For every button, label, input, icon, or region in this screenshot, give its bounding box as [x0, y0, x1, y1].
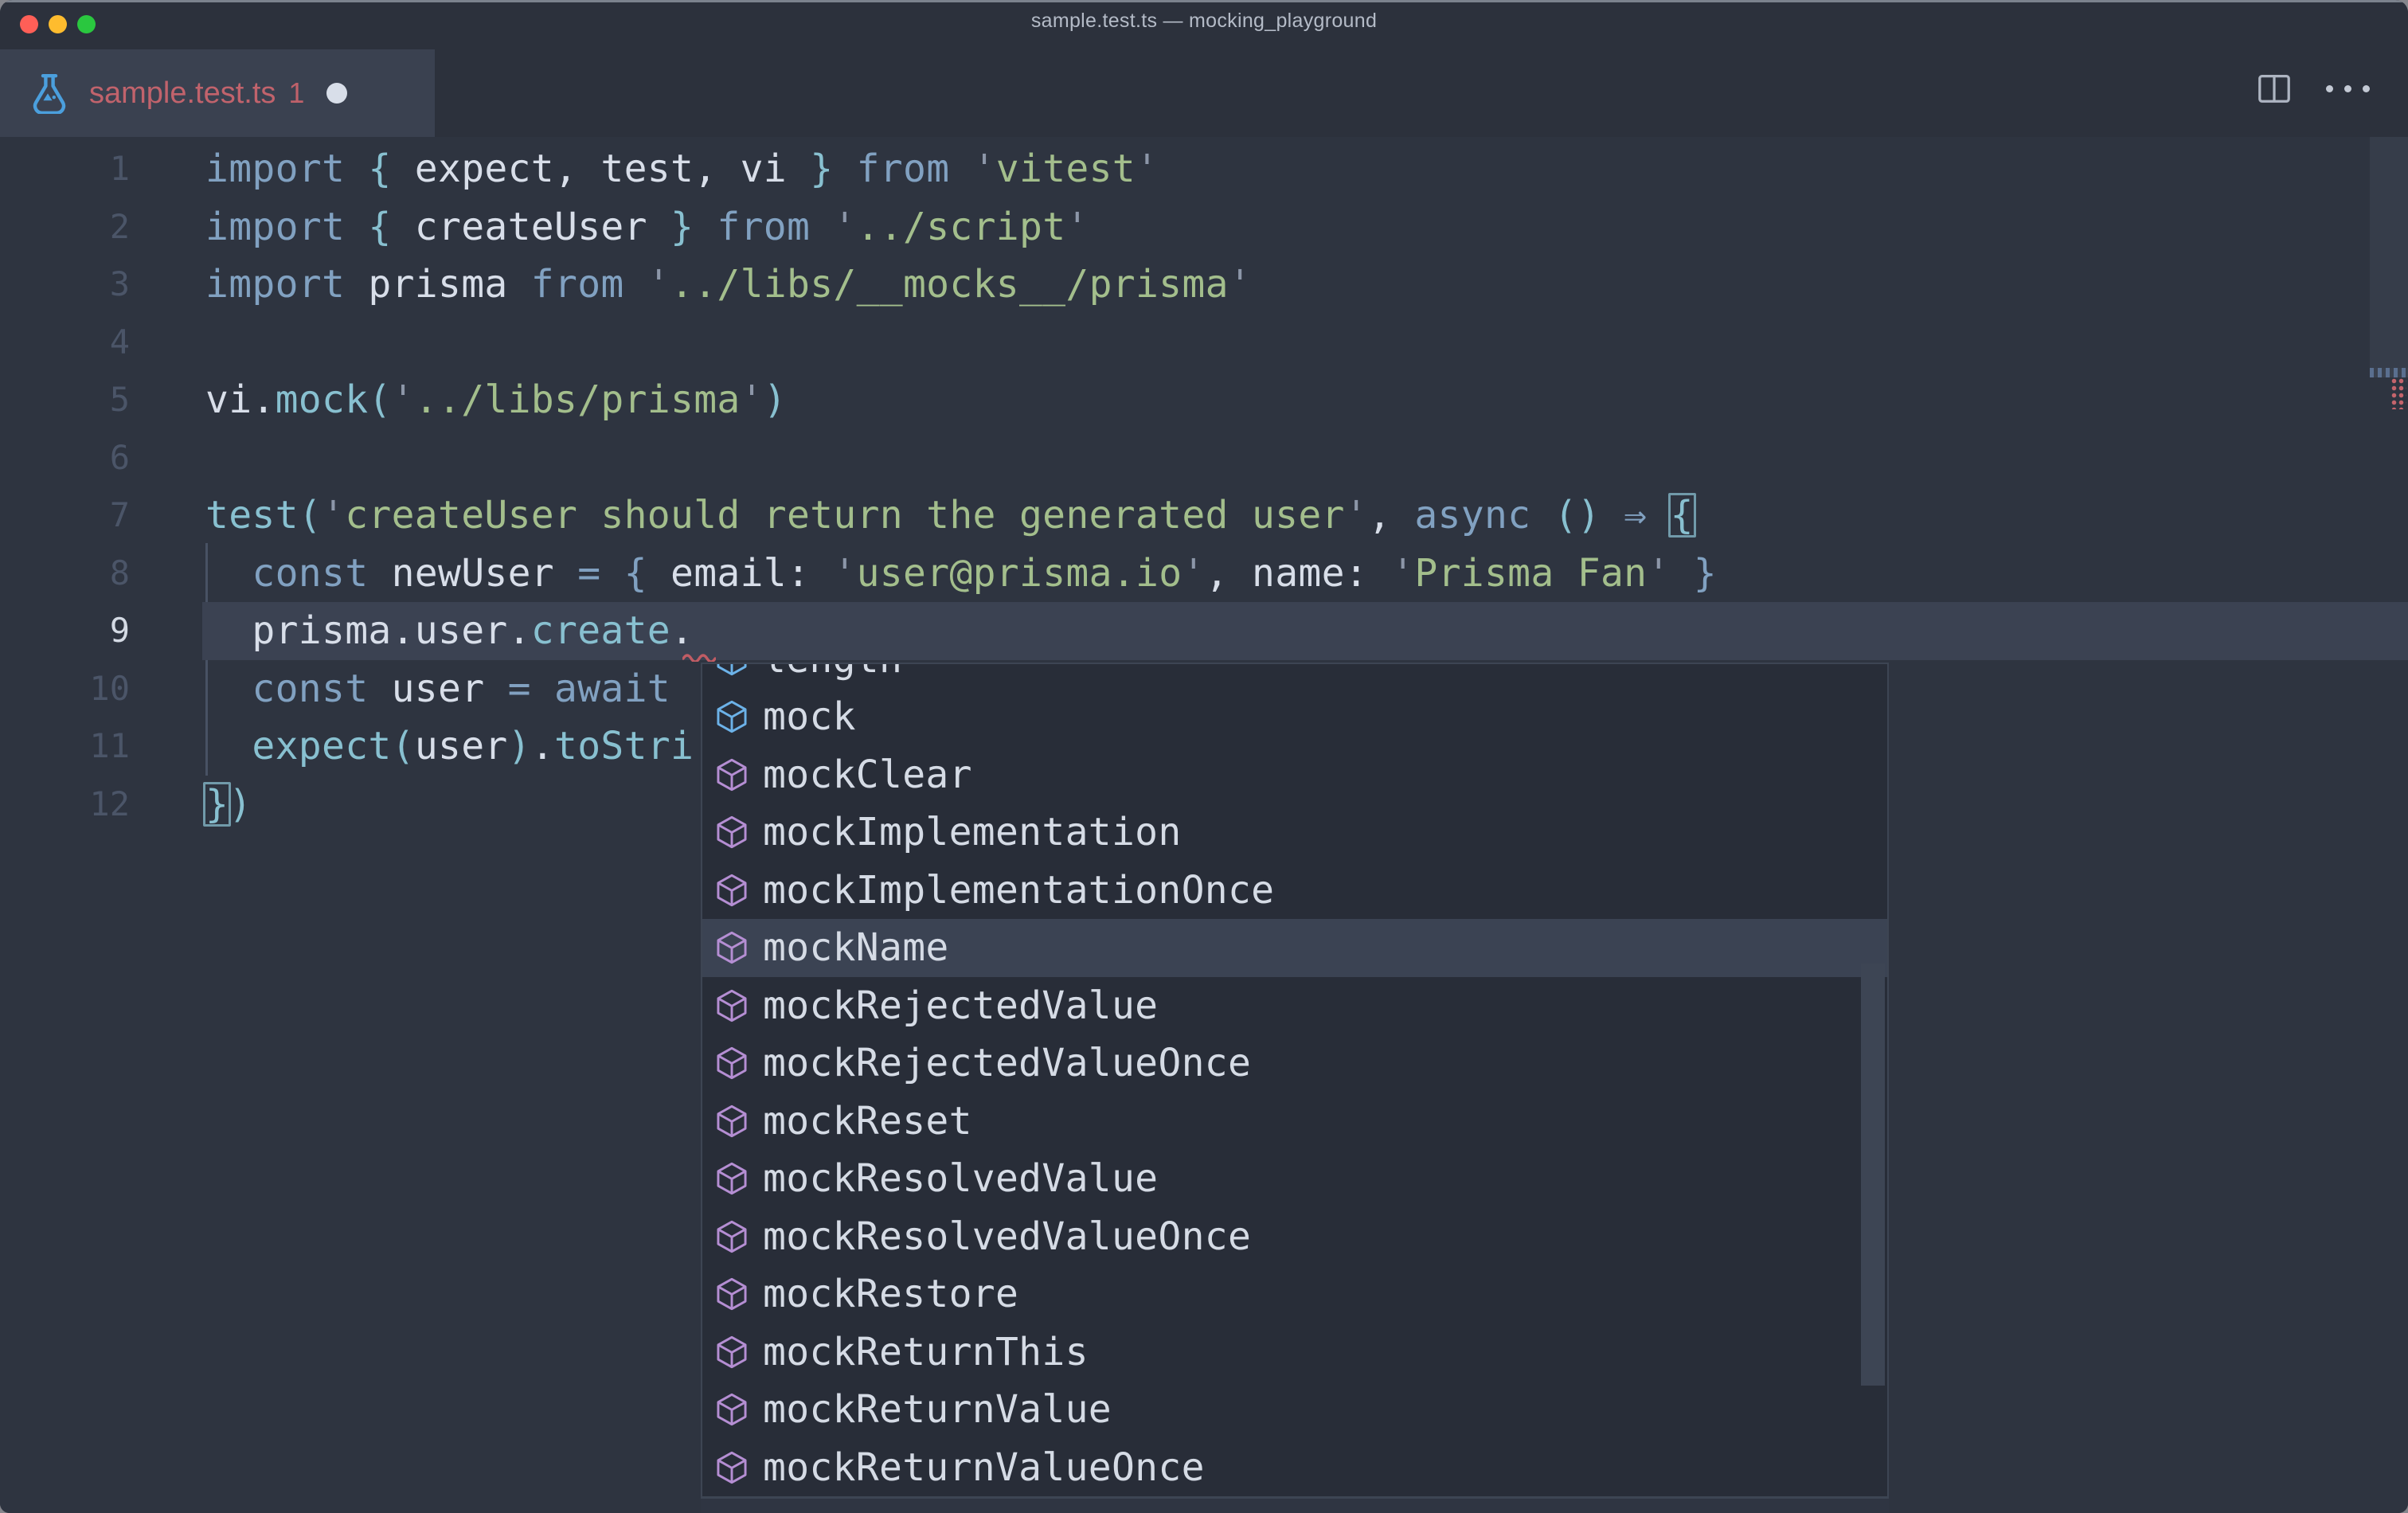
suggestion-label: mockName: [763, 925, 949, 970]
suggestion-item[interactable]: mock: [702, 688, 1887, 746]
code-line[interactable]: 8 const newUser = { email: 'user@prisma.…: [0, 545, 2408, 603]
suggestion-item[interactable]: length: [702, 664, 1887, 688]
code-text: const user = await: [205, 660, 670, 718]
line-number[interactable]: 3: [0, 256, 130, 314]
code-line[interactable]: 9 prisma.user.create.: [0, 602, 2408, 660]
line-number[interactable]: 11: [0, 717, 130, 776]
tab-filename: sample.test.ts: [89, 76, 276, 111]
symbol-method-icon: [714, 815, 749, 850]
symbol-method-icon: [714, 1450, 749, 1485]
line-number[interactable]: 12: [0, 776, 130, 834]
code-line[interactable]: 7 test('createUser should return the gene…: [0, 487, 2408, 545]
suggestion-item[interactable]: mockClear: [702, 746, 1887, 804]
code-text: expect(user).toStri: [205, 717, 694, 776]
more-actions-button[interactable]: [2326, 85, 2370, 92]
suggestion-label: mockResolvedValueOnce: [763, 1214, 1251, 1259]
line-number[interactable]: 1: [0, 140, 130, 198]
line-number[interactable]: 2: [0, 198, 130, 256]
symbol-method-icon: [714, 757, 749, 792]
suggestion-label: mockImplementationOnce: [763, 868, 1274, 913]
symbol-method-icon: [714, 1046, 749, 1081]
symbol-method-icon: [714, 1104, 749, 1139]
symbol-method-icon: [714, 1392, 749, 1427]
suggestion-item[interactable]: mockName: [702, 919, 1887, 977]
window-top-highlight: [0, 0, 2408, 2]
suggestion-label: mockClear: [763, 753, 972, 797]
code-text: const newUser = { email: 'user@prisma.io…: [205, 545, 1717, 603]
suggestion-label: mockRestore: [763, 1272, 1018, 1316]
error-squiggle: [682, 651, 716, 662]
suggestion-item[interactable]: mockRejectedValueOnce: [702, 1034, 1887, 1093]
symbol-method-icon: [714, 1276, 749, 1312]
popup-footer: [701, 1499, 1889, 1513]
code-line[interactable]: 4: [0, 314, 2408, 372]
editor-actions: [2256, 70, 2370, 107]
suggestion-item[interactable]: mockReset: [702, 1093, 1887, 1151]
suggestion-item[interactable]: mockReturnValueOnce: [702, 1439, 1887, 1497]
overview-ruler-mark: [2370, 368, 2408, 377]
suggestion-item[interactable]: mockImplementationOnce: [702, 862, 1887, 920]
code-text: prisma.user.create.: [205, 602, 694, 660]
suggestion-list: length mock mockClear mockImplementation moc…: [702, 664, 1887, 1496]
line-number[interactable]: 10: [0, 660, 130, 718]
symbol-method-icon: [714, 1161, 749, 1196]
suggestion-item[interactable]: mockImplementation: [702, 803, 1887, 862]
suggestion-item[interactable]: mockReturnValue: [702, 1381, 1887, 1439]
vscode-window: sample.test.ts — mocking_playground samp…: [0, 0, 2408, 1513]
tab-modified-indicator[interactable]: [326, 83, 347, 104]
suggestion-item[interactable]: mockResolvedValueOnce: [702, 1208, 1887, 1266]
popup-scrollbar[interactable]: [1861, 964, 1885, 1386]
editor-scrollbar[interactable]: [2370, 137, 2408, 368]
line-number[interactable]: 8: [0, 545, 130, 603]
code-text: }): [205, 776, 252, 834]
suggestion-label: mockImplementation: [763, 810, 1182, 854]
symbol-method-icon: [714, 930, 749, 965]
suggestion-item[interactable]: mockRejectedValue: [702, 977, 1887, 1035]
suggestion-item[interactable]: mockRestore: [702, 1265, 1887, 1323]
window-title: sample.test.ts — mocking_playground: [0, 10, 2408, 33]
test-flask-icon: [30, 72, 68, 114]
suggestion-label: mockReturnThis: [763, 1330, 1089, 1374]
code-line[interactable]: 3 import prisma from '../libs/__mocks__/p…: [0, 256, 2408, 314]
suggestion-item[interactable]: mockReturnThis: [702, 1323, 1887, 1382]
code-text: vi.mock('../libs/prisma'): [205, 371, 787, 429]
suggestion-item[interactable]: mockResolvedValue: [702, 1150, 1887, 1208]
code-text: test('createUser should return the gener…: [205, 487, 1694, 545]
symbol-method-icon: [714, 988, 749, 1023]
suggestion-label: mockReset: [763, 1099, 972, 1144]
line-number[interactable]: 4: [0, 314, 130, 372]
suggestion-label: mockRejectedValue: [763, 983, 1158, 1028]
suggestion-label: mockRejectedValueOnce: [763, 1041, 1251, 1085]
suggestion-label: length: [763, 664, 902, 682]
code-line[interactable]: 6: [0, 429, 2408, 487]
autocomplete-popup: length mock mockClear mockImplementation moc…: [701, 663, 1889, 1513]
tab-sample-test-ts[interactable]: sample.test.ts 1: [0, 49, 435, 137]
overview-ruler-error-marks: [2390, 377, 2406, 409]
suggestion-label: mockReturnValue: [763, 1387, 1112, 1432]
code-text: import prisma from '../libs/__mocks__/pr…: [205, 256, 1252, 314]
suggestion-label: mockReturnValueOnce: [763, 1445, 1205, 1490]
symbol-method-icon: [714, 1219, 749, 1254]
suggestion-label: mock: [763, 694, 856, 739]
symbol-field-icon: [714, 699, 749, 734]
code-text: import { createUser } from '../script': [205, 198, 1089, 256]
window-chrome: sample.test.ts — mocking_playground samp…: [0, 0, 2408, 137]
code-line[interactable]: 2 import { createUser } from '../script': [0, 198, 2408, 256]
line-number[interactable]: 6: [0, 429, 130, 487]
suggestion-label: mockResolvedValue: [763, 1156, 1158, 1201]
line-number[interactable]: 5: [0, 371, 130, 429]
symbol-field-icon: [714, 664, 749, 677]
line-number[interactable]: 7: [0, 487, 130, 545]
code-line[interactable]: 1 import { expect, test, vi } from 'vites…: [0, 140, 2408, 198]
split-editor-button[interactable]: [2256, 70, 2293, 107]
code-line[interactable]: 5 vi.mock('../libs/prisma'): [0, 371, 2408, 429]
line-number[interactable]: 9: [0, 602, 130, 660]
symbol-method-icon: [714, 1335, 749, 1370]
symbol-method-icon: [714, 873, 749, 908]
code-text: import { expect, test, vi } from 'vitest…: [205, 140, 1159, 198]
tab-error-count: 1: [288, 76, 304, 110]
